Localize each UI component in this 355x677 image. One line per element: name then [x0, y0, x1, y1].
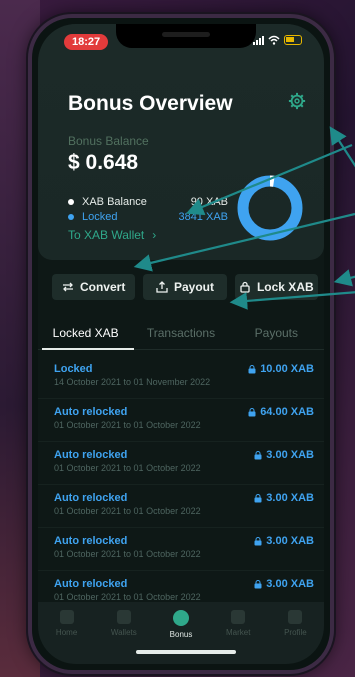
legend-xab-balance: XAB Balance 90 XAB	[68, 194, 228, 209]
locked-xab-list: Locked 14 October 2021 to 01 November 20…	[38, 356, 324, 614]
row-amount: 64.00 XAB	[260, 406, 314, 418]
tab-transactions[interactable]: Transactions	[133, 318, 228, 346]
button-label: Convert	[79, 280, 126, 294]
row-title: Auto relocked	[54, 578, 128, 590]
lock-icon	[240, 281, 250, 293]
row-date: 01 October 2021 to 01 October 2022	[54, 549, 201, 559]
row-title: Locked	[54, 363, 93, 375]
to-xab-wallet-link[interactable]: To XAB Wallet ›	[68, 228, 156, 242]
list-item[interactable]: Auto relocked 01 October 2021 to 01 Octo…	[38, 442, 324, 485]
row-title: Auto relocked	[54, 449, 128, 461]
row-amount: 3.00 XAB	[266, 449, 314, 461]
profile-icon	[288, 610, 303, 624]
row-date: 01 October 2021 to 01 October 2022	[54, 506, 201, 516]
row-date: 01 October 2021 to 01 October 2022	[54, 463, 201, 473]
gear-icon[interactable]	[288, 92, 306, 110]
legend-dot	[68, 213, 74, 220]
nav-wallets[interactable]: Wallets	[95, 610, 152, 664]
lock-icon	[254, 536, 262, 545]
phone-frame: 18:27 Bonus Overview Bonus Balance $ 0.6…	[28, 14, 334, 674]
status-time: 18:27	[64, 34, 109, 50]
legend-dot	[68, 198, 74, 205]
nav-profile[interactable]: Profile	[267, 610, 324, 664]
upload-icon	[156, 281, 168, 293]
lock-icon	[248, 364, 256, 373]
nav-label: Wallets	[110, 628, 137, 637]
legend-value: 3841 XAB	[178, 210, 228, 223]
lock-icon	[254, 579, 262, 588]
nav-home[interactable]: Home	[38, 610, 95, 664]
swap-icon	[62, 282, 73, 292]
nav-label: Market	[225, 628, 251, 637]
lock-icon	[254, 450, 262, 459]
nav-label: Profile	[284, 628, 307, 637]
payout-button[interactable]: Payout	[143, 274, 227, 300]
row-amount: 10.00 XAB	[260, 363, 314, 375]
list-item[interactable]: Auto relocked 01 October 2021 to 01 Octo…	[38, 528, 324, 571]
bonus-icon	[173, 610, 189, 626]
wifi-icon	[268, 35, 280, 45]
row-title: Auto relocked	[54, 492, 128, 504]
row-date: 01 October 2021 to 01 October 2022	[54, 592, 201, 602]
legend-label: Locked	[82, 210, 118, 223]
status-bar: 18:27	[38, 32, 324, 52]
button-label: Payout	[173, 280, 214, 294]
balance-value: $ 0.648	[68, 151, 139, 174]
active-tab-underline	[42, 348, 134, 350]
chart-icon	[231, 610, 246, 624]
app-screen: 18:27 Bonus Overview Bonus Balance $ 0.6…	[38, 24, 324, 664]
chevron-right-icon: ›	[152, 228, 157, 242]
row-amount: 3.00 XAB	[266, 578, 314, 590]
nav-label: Home	[55, 628, 78, 637]
row-amount: 3.00 XAB	[266, 492, 314, 504]
lock-icon	[248, 407, 256, 416]
list-item[interactable]: Auto relocked 01 October 2021 to 01 Octo…	[38, 399, 324, 442]
legend-locked: Locked 3841 XAB	[68, 209, 228, 224]
legend-label: XAB Balance	[82, 195, 147, 208]
row-date: 14 October 2021 to 01 November 2022	[54, 377, 211, 387]
wallet-link-label: To XAB Wallet	[68, 228, 145, 242]
battery-icon	[284, 35, 302, 45]
home-indicator	[136, 650, 236, 654]
legend-value: 90 XAB	[190, 195, 228, 208]
home-icon	[59, 610, 74, 624]
tab-locked-xab[interactable]: Locked XAB	[38, 318, 133, 346]
list-item[interactable]: Auto relocked 01 October 2021 to 01 Octo…	[38, 485, 324, 528]
button-label: Lock XAB	[256, 280, 314, 294]
list-item[interactable]: Locked 14 October 2021 to 01 November 20…	[38, 356, 324, 399]
annotation-arrow	[329, 126, 355, 168]
tab-bar: Locked XAB Transactions Payouts	[38, 318, 324, 346]
lock-xab-button[interactable]: Lock XAB	[234, 274, 318, 300]
lock-icon	[254, 493, 262, 502]
nav-label: Bonus	[169, 630, 193, 639]
nav-market[interactable]: Market	[210, 610, 267, 664]
balance-legend: XAB Balance 90 XAB Locked 3841 XAB	[68, 194, 228, 224]
bottom-nav: Home Wallets Bonus Market Profile	[38, 602, 324, 664]
row-title: Auto relocked	[54, 406, 128, 418]
balance-donut-chart	[237, 175, 303, 241]
row-date: 01 October 2021 to 01 October 2022	[54, 420, 201, 430]
annotation-arrow	[333, 269, 355, 287]
convert-button[interactable]: Convert	[52, 274, 136, 300]
tab-payouts[interactable]: Payouts	[229, 318, 324, 346]
balance-label: Bonus Balance	[68, 134, 149, 148]
nav-bonus[interactable]: Bonus	[152, 610, 209, 664]
page-title: Bonus Overview	[68, 92, 233, 115]
signal-icon	[253, 35, 264, 45]
wallet-icon	[116, 610, 131, 624]
row-title: Auto relocked	[54, 535, 128, 547]
row-amount: 3.00 XAB	[266, 535, 314, 547]
action-buttons: Convert Payout Lock XAB	[52, 274, 318, 300]
